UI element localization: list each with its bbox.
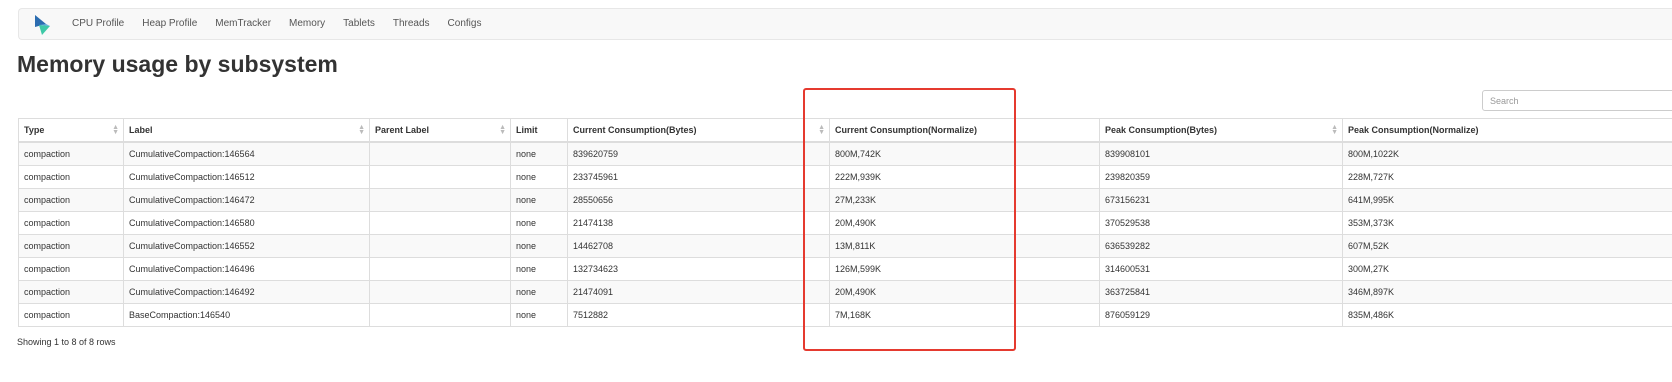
cell-parent-label — [369, 234, 511, 258]
cell-peak-bytes: 239820359 — [1099, 165, 1343, 189]
cell-label: CumulativeCompaction:146496 — [123, 257, 370, 281]
table-row: compaction CumulativeCompaction:146492 n… — [18, 280, 1672, 304]
cell-peak-bytes: 314600531 — [1099, 257, 1343, 281]
memory-table: Type ▲ ▼ Label ▲ ▼ Parent Label ▲ ▼ Limit Curr… — [18, 118, 1672, 327]
sort-icon: ▲ ▼ — [499, 124, 506, 136]
cell-peak-bytes: 636539282 — [1099, 234, 1343, 258]
column-header-peak-normalize[interactable]: Peak Consumption(Normalize) — [1342, 118, 1672, 143]
cell-current-bytes: 7512882 — [567, 303, 830, 327]
cell-label: CumulativeCompaction:146492 — [123, 280, 370, 304]
column-header-limit[interactable]: Limit — [510, 118, 568, 143]
search-input[interactable] — [1482, 90, 1672, 111]
cell-current-bytes: 839620759 — [567, 141, 830, 166]
cell-parent-label — [369, 165, 511, 189]
cell-parent-label — [369, 280, 511, 304]
nav-cpu-profile[interactable]: CPU Profile — [72, 9, 133, 39]
cell-peak-normalize: 346M,897K — [1342, 280, 1672, 304]
table-header-row: Type ▲ ▼ Label ▲ ▼ Parent Label ▲ ▼ Limit Curr… — [18, 118, 1672, 143]
cell-peak-bytes: 876059129 — [1099, 303, 1343, 327]
app-logo-icon[interactable] — [33, 14, 55, 36]
cell-current-normalize: 222M,939K — [829, 165, 1100, 189]
page-title: Memory usage by subsystem — [17, 51, 338, 77]
cell-current-normalize: 27M,233K — [829, 188, 1100, 212]
cell-parent-label — [369, 188, 511, 212]
cell-limit: none — [510, 165, 568, 189]
cell-current-normalize: 20M,490K — [829, 280, 1100, 304]
table-row: compaction BaseCompaction:146540 none 75… — [18, 303, 1672, 327]
cell-peak-normalize: 835M,486K — [1342, 303, 1672, 327]
cell-peak-normalize: 607M,52K — [1342, 234, 1672, 258]
table-row: compaction CumulativeCompaction:146496 n… — [18, 257, 1672, 281]
cell-type: compaction — [18, 165, 124, 189]
cell-peak-bytes: 370529538 — [1099, 211, 1343, 235]
cell-label: CumulativeCompaction:146472 — [123, 188, 370, 212]
nav-memtracker[interactable]: MemTracker — [215, 9, 280, 39]
cell-label: CumulativeCompaction:146580 — [123, 211, 370, 235]
column-header-type[interactable]: Type ▲ ▼ — [18, 118, 124, 143]
sort-icon: ▲ ▼ — [818, 124, 825, 136]
column-header-current-normalize[interactable]: Current Consumption(Normalize) — [829, 118, 1100, 143]
sort-icon: ▲ ▼ — [358, 124, 365, 136]
cell-peak-normalize: 641M,995K — [1342, 188, 1672, 212]
cell-current-normalize: 13M,811K — [829, 234, 1100, 258]
nav-configs[interactable]: Configs — [448, 9, 491, 39]
cell-peak-normalize: 228M,727K — [1342, 165, 1672, 189]
top-navbar: CPU Profile Heap Profile MemTracker Memo… — [18, 8, 1672, 40]
cell-limit: none — [510, 211, 568, 235]
cell-peak-bytes: 839908101 — [1099, 141, 1343, 166]
cell-parent-label — [369, 257, 511, 281]
cell-label: CumulativeCompaction:146564 — [123, 141, 370, 166]
cell-type: compaction — [18, 141, 124, 166]
table-row: compaction CumulativeCompaction:146552 n… — [18, 234, 1672, 258]
cell-limit: none — [510, 280, 568, 304]
cell-label: BaseCompaction:146540 — [123, 303, 370, 327]
nav-memory[interactable]: Memory — [289, 9, 334, 39]
cell-parent-label — [369, 211, 511, 235]
cell-type: compaction — [18, 234, 124, 258]
column-header-parent-label[interactable]: Parent Label ▲ ▼ — [369, 118, 511, 143]
cell-current-normalize: 20M,490K — [829, 211, 1100, 235]
cell-type: compaction — [18, 257, 124, 281]
cell-limit: none — [510, 257, 568, 281]
cell-limit: none — [510, 188, 568, 212]
cell-label: CumulativeCompaction:146512 — [123, 165, 370, 189]
cell-peak-normalize: 353M,373K — [1342, 211, 1672, 235]
cell-type: compaction — [18, 280, 124, 304]
table-row: compaction CumulativeCompaction:146472 n… — [18, 188, 1672, 212]
pagination-info: Showing 1 to 8 of 8 rows — [17, 337, 116, 347]
cell-type: compaction — [18, 188, 124, 212]
table-row: compaction CumulativeCompaction:146512 n… — [18, 165, 1672, 189]
table-row: compaction CumulativeCompaction:146580 n… — [18, 211, 1672, 235]
nav-threads[interactable]: Threads — [393, 9, 439, 39]
cell-current-bytes: 28550656 — [567, 188, 830, 212]
nav-heap-profile[interactable]: Heap Profile — [142, 9, 206, 39]
cell-parent-label — [369, 303, 511, 327]
cell-current-normalize: 800M,742K — [829, 141, 1100, 166]
cell-label: CumulativeCompaction:146552 — [123, 234, 370, 258]
column-header-label[interactable]: Label ▲ ▼ — [123, 118, 370, 143]
cell-type: compaction — [18, 211, 124, 235]
cell-current-bytes: 132734623 — [567, 257, 830, 281]
column-header-peak-bytes[interactable]: Peak Consumption(Bytes) ▲ ▼ — [1099, 118, 1343, 143]
cell-peak-normalize: 300M,27K — [1342, 257, 1672, 281]
cell-current-normalize: 126M,599K — [829, 257, 1100, 281]
column-header-current-bytes[interactable]: Current Consumption(Bytes) ▲ ▼ — [567, 118, 830, 143]
cell-current-bytes: 21474091 — [567, 280, 830, 304]
cell-limit: none — [510, 141, 568, 166]
cell-current-normalize: 7M,168K — [829, 303, 1100, 327]
cell-limit: none — [510, 303, 568, 327]
cell-current-bytes: 14462708 — [567, 234, 830, 258]
cell-type: compaction — [18, 303, 124, 327]
cell-peak-bytes: 363725841 — [1099, 280, 1343, 304]
cell-peak-bytes: 673156231 — [1099, 188, 1343, 212]
cell-limit: none — [510, 234, 568, 258]
sort-icon: ▲ ▼ — [112, 124, 119, 136]
cell-parent-label — [369, 141, 511, 166]
table-row: compaction CumulativeCompaction:146564 n… — [18, 141, 1672, 166]
nav-tablets[interactable]: Tablets — [343, 9, 384, 39]
cell-current-bytes: 21474138 — [567, 211, 830, 235]
cell-current-bytes: 233745961 — [567, 165, 830, 189]
sort-icon: ▲ ▼ — [1331, 124, 1338, 136]
cell-peak-normalize: 800M,1022K — [1342, 141, 1672, 166]
